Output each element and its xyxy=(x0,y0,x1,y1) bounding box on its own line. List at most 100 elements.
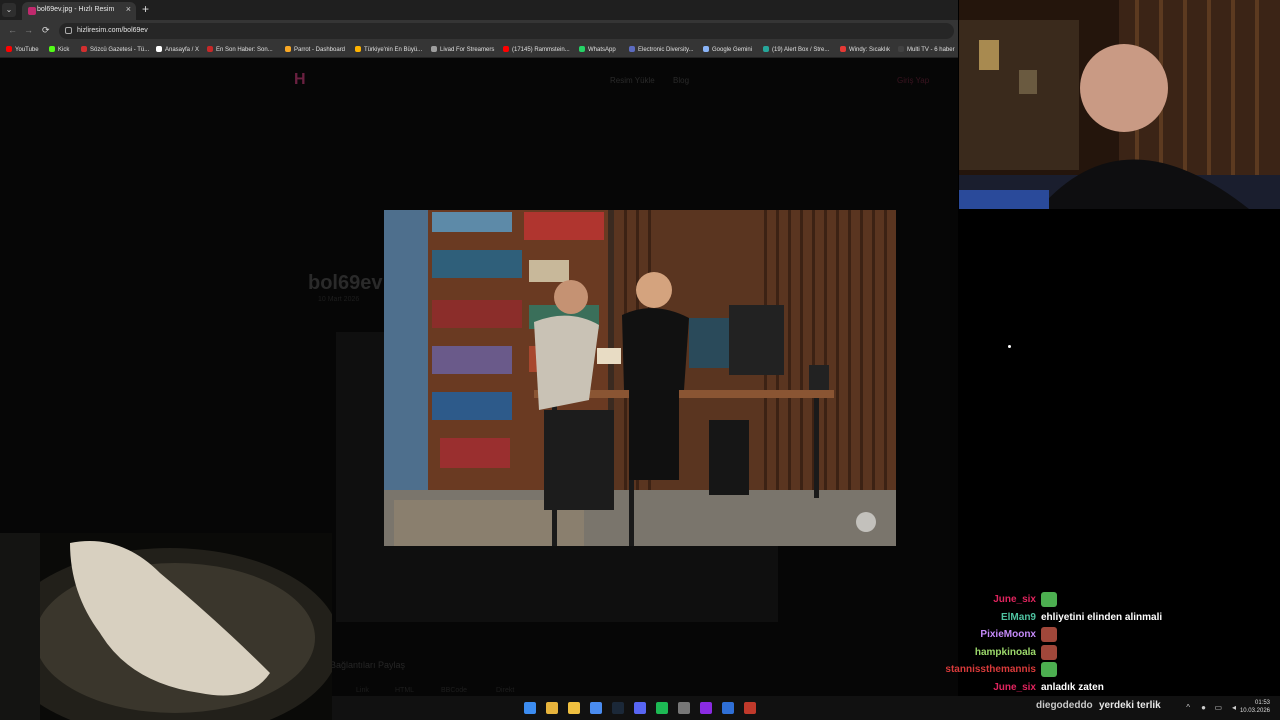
chat-message: June_six xyxy=(900,592,1270,609)
bookmark-label: En Son Haber: Son... xyxy=(216,47,273,53)
chat-username: PixieMoonx xyxy=(980,629,1036,640)
recorder-icon[interactable] xyxy=(744,702,756,714)
chrome-icon[interactable] xyxy=(546,702,558,714)
nav-link-blog[interactable]: Blog xyxy=(673,76,689,85)
bookmark-label: WhatsApp xyxy=(588,47,616,53)
store-icon[interactable] xyxy=(722,702,734,714)
webcam-streamer xyxy=(959,0,1280,209)
bookmark-item[interactable]: (17145) Rammstein... xyxy=(503,46,570,53)
lightbox-image[interactable] xyxy=(384,210,896,546)
bookmark-item[interactable]: Anasayfa / X xyxy=(156,46,199,53)
tab-title: bol69ev.jpg - Hızlı Resim xyxy=(37,6,115,13)
page-date: 10 Mart 2026 xyxy=(318,296,360,303)
bookmark-favicon-icon xyxy=(703,46,709,52)
bookmark-item[interactable]: WhatsApp xyxy=(579,46,616,53)
reload-button[interactable]: ⟳ xyxy=(42,25,50,36)
bookmark-favicon-icon xyxy=(579,46,585,52)
bookmark-favicon-icon xyxy=(763,46,769,52)
overlay-username: diegodeddo xyxy=(1036,700,1093,711)
bookmark-item[interactable]: Kick xyxy=(49,46,69,53)
chat-message: stannissthemannis xyxy=(900,662,1270,679)
tab-list-button[interactable]: ⌄ xyxy=(2,3,16,17)
chat-text: ehliyetini elinden alinmali xyxy=(1041,611,1163,623)
share-button-direct[interactable]: Direkt xyxy=(496,687,514,694)
tray-clock[interactable]: 01:53 10.03.2026 xyxy=(1240,699,1270,715)
bookmark-item[interactable]: Parrot - Dashboard xyxy=(285,46,345,53)
bookmark-item[interactable]: Sözcü Gazetesi - Tü... xyxy=(81,46,149,53)
bookmark-item[interactable]: Google Gemini xyxy=(703,46,752,53)
tab-active[interactable]: bol69ev.jpg - Hızlı Resim × xyxy=(22,2,136,20)
bookmark-item[interactable]: Türkiye'nin En Büyü... xyxy=(355,46,422,53)
bookmark-label: YouTube xyxy=(15,47,39,53)
chat-message: June_six anladık zaten xyxy=(900,680,1270,697)
bookmark-label: Kick xyxy=(58,47,70,53)
calculator-icon[interactable] xyxy=(678,702,690,714)
chat-message: PixieMoonx xyxy=(900,627,1270,644)
app-icon[interactable] xyxy=(590,702,602,714)
bookmark-item[interactable]: Windy: Sıcaklık xyxy=(840,46,890,53)
share-label: Bağlantıları Paylaş xyxy=(330,660,406,670)
bookmark-favicon-icon xyxy=(898,46,904,52)
steam-icon[interactable] xyxy=(612,702,624,714)
new-tab-button[interactable]: + xyxy=(142,2,149,16)
address-row: ← → ⟳ hizliresim.com/bol69ev xyxy=(0,20,958,42)
tab-favicon-icon xyxy=(28,7,36,15)
files-icon[interactable] xyxy=(568,702,580,714)
tray-network-icon[interactable]: ▭ xyxy=(1214,703,1222,712)
url-text[interactable]: hizliresim.com/bol69ev xyxy=(77,27,148,34)
tray-mic-icon[interactable]: ● xyxy=(1201,703,1206,712)
site-info-icon[interactable] xyxy=(65,27,72,34)
face-emote xyxy=(1041,644,1057,660)
bookmark-label: Electronic Diversity... xyxy=(638,47,694,53)
bookmark-label: Windy: Sıcaklık xyxy=(849,47,891,53)
tab-close-icon[interactable]: × xyxy=(126,4,131,14)
bookmark-item[interactable]: En Son Haber: Son... xyxy=(207,46,273,53)
webcam-pet xyxy=(0,533,332,720)
back-button[interactable]: ← xyxy=(8,25,17,35)
bookmark-favicon-icon xyxy=(6,46,12,52)
bookmark-label: (17145) Rammstein... xyxy=(512,47,570,53)
bookmarks-bar: YouTube Kick Sözcü Gazetesi - Tü... Anasayf… xyxy=(0,42,958,58)
nav-link-upload[interactable]: Resim Yükle xyxy=(610,76,655,85)
bookmark-item[interactable]: Electronic Diversity... xyxy=(629,46,694,53)
bookmark-label: Sözcü Gazetesi - Tü... xyxy=(90,47,150,53)
share-button-link[interactable]: Link xyxy=(356,687,369,694)
chat-username: June_six xyxy=(993,681,1036,693)
next-icon[interactable] xyxy=(700,702,712,714)
bookmark-item[interactable]: YouTube xyxy=(6,46,39,53)
login-link[interactable]: Giriş Yap xyxy=(897,76,929,85)
site-logo[interactable]: H xyxy=(294,71,318,89)
bookmark-favicon-icon xyxy=(355,46,361,52)
url-bar[interactable]: hizliresim.com/bol69ev xyxy=(59,23,954,39)
share-button-html[interactable]: HTML xyxy=(395,687,414,694)
chat-text: anladık zaten xyxy=(1041,681,1104,693)
bookmark-label: (19) Alert Box / Stre... xyxy=(772,47,830,53)
spotify-icon[interactable] xyxy=(656,702,668,714)
pepe-emote xyxy=(1041,662,1057,677)
chat-message: hampkinoala xyxy=(900,644,1270,662)
bookmark-item[interactable]: Livad For Streamers xyxy=(431,46,494,53)
tray-chevron-icon[interactable]: ^ xyxy=(1186,703,1190,712)
bookmark-favicon-icon xyxy=(840,46,846,52)
bookmark-label: Multi TV - 6 haber xyxy=(907,47,955,53)
pepe-emote xyxy=(1041,592,1057,607)
bookmark-favicon-icon xyxy=(207,46,213,52)
mouse-cursor xyxy=(1007,344,1012,349)
chat-username: ElMan9 xyxy=(1000,611,1036,623)
bookmark-label: Livad For Streamers xyxy=(440,47,495,53)
page-title: bol69ev xyxy=(308,272,383,294)
share-button-bbcode[interactable]: BBCode xyxy=(441,687,467,694)
tray-speaker-icon[interactable]: ◂ xyxy=(1232,703,1236,712)
tray-time: 01:53 xyxy=(1254,700,1270,706)
bookmark-item[interactable]: (19) Alert Box / Stre... xyxy=(763,46,829,53)
bookmark-item[interactable]: Multi TV - 6 haber xyxy=(898,46,955,53)
chat-message: ElMan9 ehliyetini elinden alinmali xyxy=(900,610,1270,627)
face-emote xyxy=(1041,627,1057,642)
overlay-message: yerdeki terlik xyxy=(1099,700,1161,711)
windows-icon[interactable] xyxy=(524,702,536,714)
webcam-pet-illustration xyxy=(0,533,332,720)
discord-icon[interactable] xyxy=(634,702,646,714)
bookmark-favicon-icon xyxy=(285,46,291,52)
tab-strip: ⌄ bol69ev.jpg - Hızlı Resim × + xyxy=(0,0,958,20)
forward-button[interactable]: → xyxy=(24,25,33,35)
